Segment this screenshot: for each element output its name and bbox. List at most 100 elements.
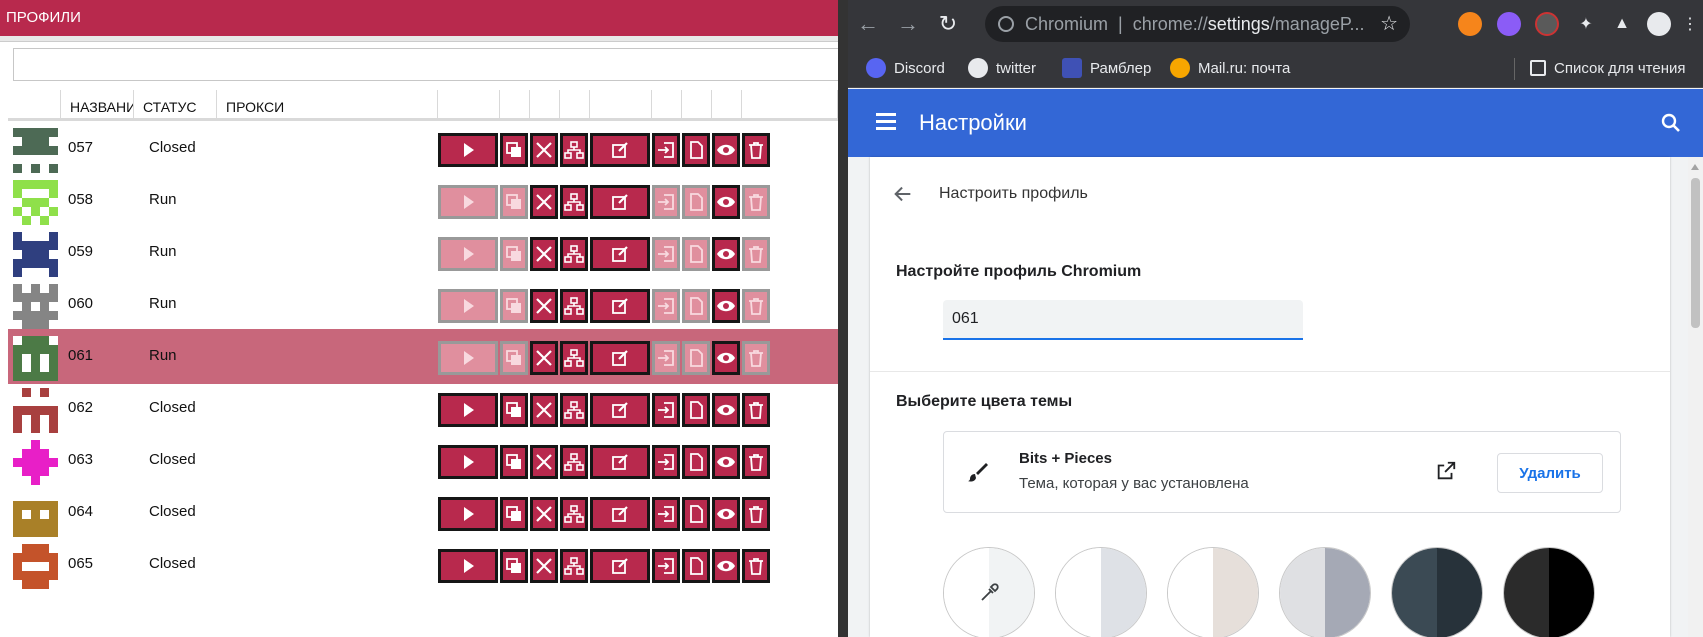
edit-button[interactable] — [590, 133, 650, 167]
bookmark-twitter[interactable]: twitter — [968, 48, 1036, 88]
file-button[interactable] — [682, 185, 710, 219]
close-button[interactable] — [530, 237, 558, 271]
file-button[interactable] — [682, 341, 710, 375]
login-button[interactable] — [652, 133, 680, 167]
color-swatch[interactable] — [1055, 547, 1147, 637]
color-swatch[interactable] — [1503, 547, 1595, 637]
color-swatch[interactable] — [1279, 547, 1371, 637]
play-button[interactable] — [438, 341, 498, 375]
copy-run-button[interactable] — [500, 497, 528, 531]
network-button[interactable] — [560, 133, 588, 167]
file-button[interactable] — [682, 133, 710, 167]
close-button[interactable] — [530, 445, 558, 479]
close-button[interactable] — [530, 341, 558, 375]
table-row[interactable]: 062 Closed — [8, 381, 838, 436]
login-button[interactable] — [652, 185, 680, 219]
edit-button[interactable] — [590, 289, 650, 323]
file-button[interactable] — [682, 497, 710, 531]
edit-button[interactable] — [590, 393, 650, 427]
close-button[interactable] — [530, 133, 558, 167]
copy-run-button[interactable] — [500, 549, 528, 583]
close-button[interactable] — [530, 185, 558, 219]
address-bar[interactable]: Chromium | chrome://settings/manageP... … — [985, 6, 1410, 42]
play-button[interactable] — [438, 393, 498, 427]
open-in-new-icon[interactable] — [1435, 460, 1457, 482]
trash-button[interactable] — [742, 341, 770, 375]
close-button[interactable] — [530, 289, 558, 323]
table-row[interactable]: 057 Closed — [8, 121, 838, 176]
table-row[interactable]: 065 Closed — [8, 537, 838, 592]
trash-button[interactable] — [742, 133, 770, 167]
header-status[interactable]: СТАТУС — [134, 90, 217, 121]
bookmark-discord[interactable]: Discord — [866, 48, 945, 88]
edit-button[interactable] — [590, 341, 650, 375]
copy-run-button[interactable] — [500, 393, 528, 427]
header-proxy[interactable]: ПРОКСИ — [217, 90, 438, 121]
trash-button[interactable] — [742, 237, 770, 271]
login-button[interactable] — [652, 237, 680, 271]
copy-run-button[interactable] — [500, 237, 528, 271]
login-button[interactable] — [652, 445, 680, 479]
trash-button[interactable] — [742, 393, 770, 427]
file-button[interactable] — [682, 549, 710, 583]
bookmark-star-icon[interactable]: ☆ — [1380, 6, 1398, 42]
delete-theme-button[interactable]: Удалить — [1497, 453, 1603, 493]
spy-icon[interactable] — [1535, 12, 1559, 36]
network-button[interactable] — [560, 497, 588, 531]
play-button[interactable] — [438, 237, 498, 271]
login-button[interactable] — [652, 497, 680, 531]
file-button[interactable] — [682, 445, 710, 479]
back-arrow-icon[interactable] — [892, 183, 914, 205]
flask-icon[interactable]: ▲ — [1610, 12, 1634, 36]
menu-icon[interactable] — [876, 113, 896, 131]
copy-run-button[interactable] — [500, 289, 528, 323]
file-button[interactable] — [682, 289, 710, 323]
network-button[interactable] — [560, 549, 588, 583]
close-button[interactable] — [530, 549, 558, 583]
play-button[interactable] — [438, 549, 498, 583]
table-row[interactable]: 064 Closed — [8, 485, 838, 540]
edit-button[interactable] — [590, 445, 650, 479]
play-button[interactable] — [438, 133, 498, 167]
play-button[interactable] — [438, 445, 498, 479]
network-button[interactable] — [560, 393, 588, 427]
table-row[interactable]: 060 Run — [8, 277, 838, 332]
copy-run-button[interactable] — [500, 185, 528, 219]
search-icon[interactable] — [1659, 111, 1683, 135]
search-input[interactable] — [13, 48, 838, 81]
trash-button[interactable] — [742, 289, 770, 323]
metamask-icon[interactable] — [1458, 12, 1482, 36]
play-button[interactable] — [438, 185, 498, 219]
eye-button[interactable] — [712, 341, 740, 375]
reading-list-button[interactable]: Список для чтения — [1530, 48, 1686, 88]
close-button[interactable] — [530, 497, 558, 531]
login-button[interactable] — [652, 289, 680, 323]
trash-button[interactable] — [742, 549, 770, 583]
edit-button[interactable] — [590, 237, 650, 271]
trash-button[interactable] — [742, 185, 770, 219]
eye-button[interactable] — [712, 133, 740, 167]
forward-icon[interactable]: → — [894, 10, 922, 38]
eye-button[interactable] — [712, 237, 740, 271]
play-button[interactable] — [438, 289, 498, 323]
network-button[interactable] — [560, 185, 588, 219]
login-button[interactable] — [652, 341, 680, 375]
edit-button[interactable] — [590, 497, 650, 531]
copy-run-button[interactable] — [500, 133, 528, 167]
back-icon[interactable]: ← — [854, 10, 882, 38]
table-row[interactable]: 061 Run — [8, 329, 838, 384]
copy-run-button[interactable] — [500, 341, 528, 375]
color-swatch[interactable] — [1167, 547, 1259, 637]
profile-avatar-icon[interactable] — [1647, 12, 1671, 36]
copy-run-button[interactable] — [500, 445, 528, 479]
table-row[interactable]: 063 Closed — [8, 433, 838, 488]
bookmark-rambler[interactable]: Рамблер — [1062, 48, 1151, 88]
close-button[interactable] — [530, 393, 558, 427]
alien-icon[interactable] — [1497, 12, 1521, 36]
bookmark-mailru[interactable]: Mail.ru: почта — [1170, 48, 1290, 88]
color-swatch[interactable] — [1391, 547, 1483, 637]
scrollbar-thumb[interactable] — [1691, 178, 1700, 328]
scroll-up-icon[interactable] — [1691, 164, 1699, 170]
profile-name-input[interactable] — [943, 300, 1303, 340]
file-button[interactable] — [682, 393, 710, 427]
